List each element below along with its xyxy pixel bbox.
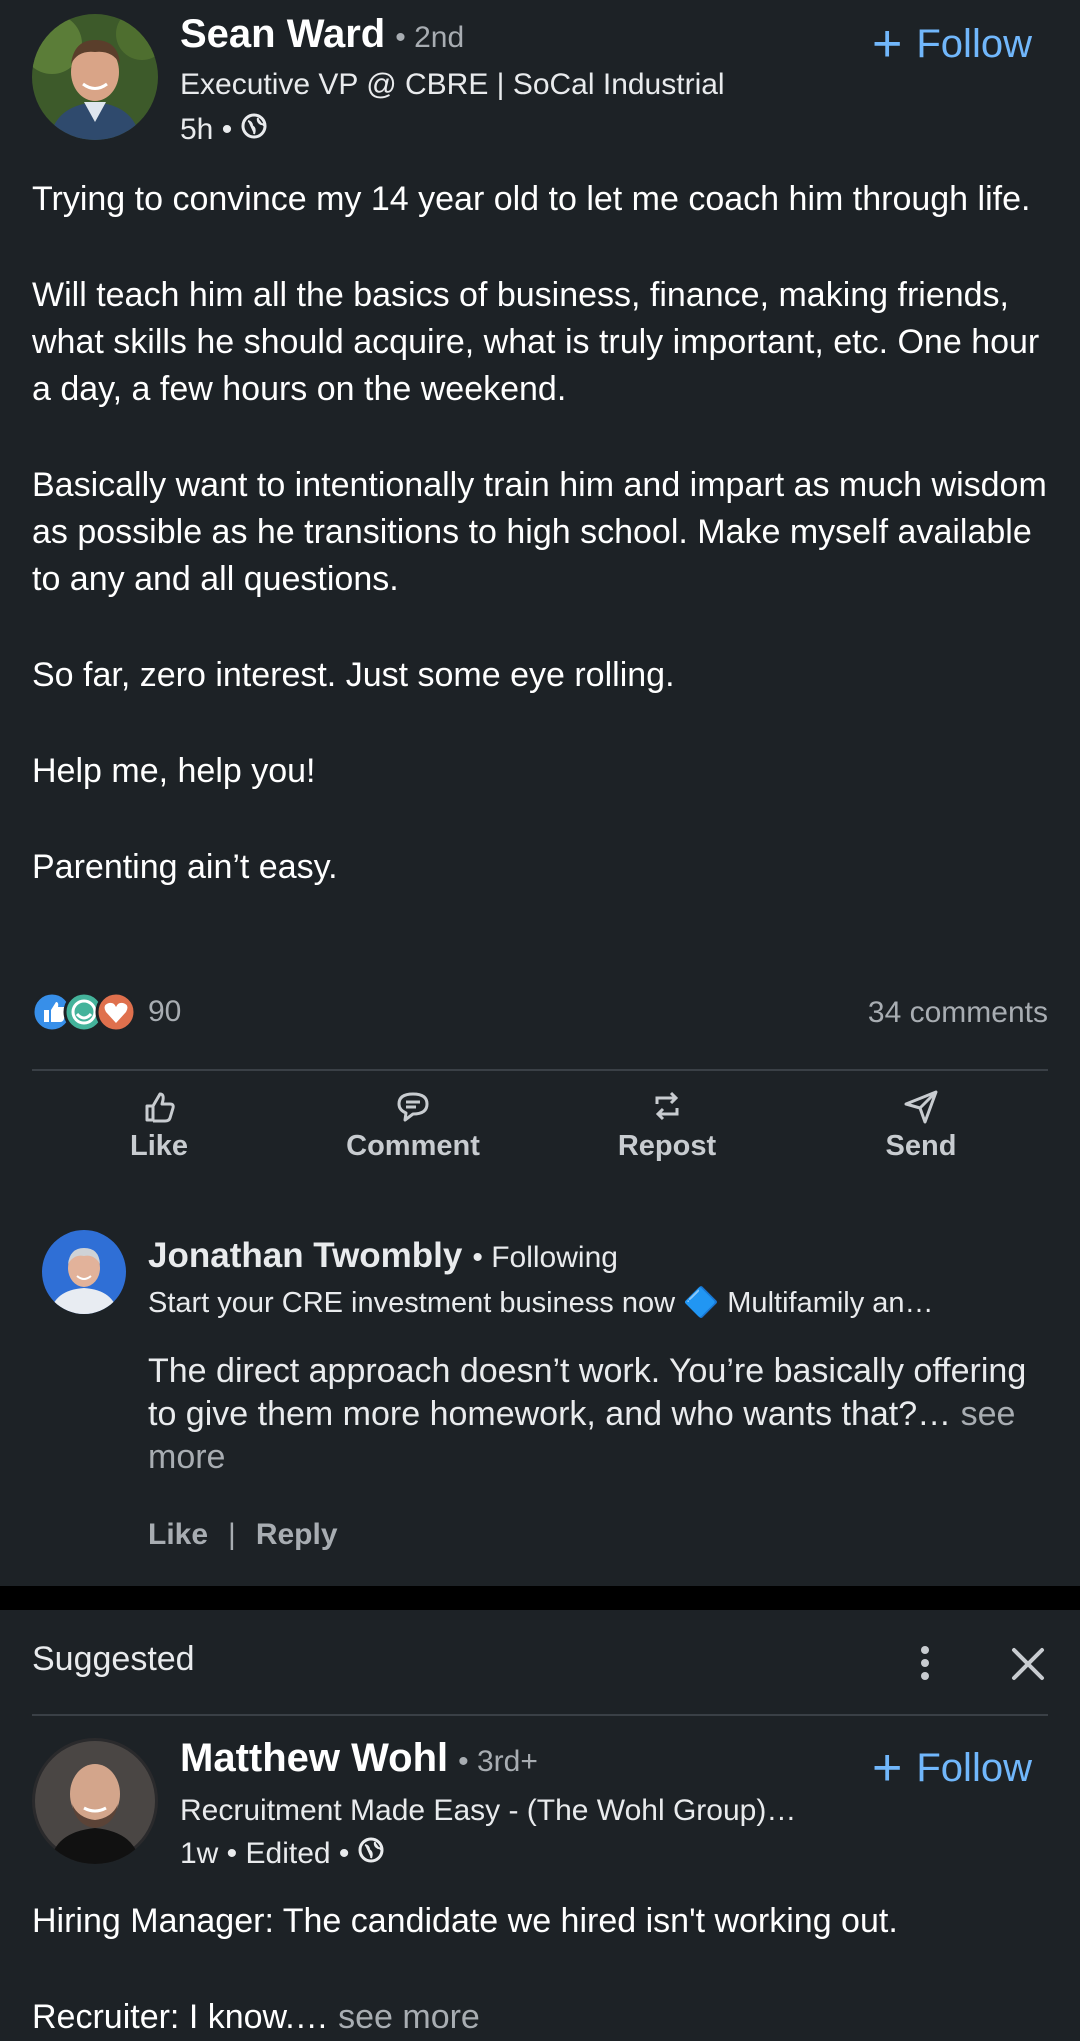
follow-button[interactable]: + Follow xyxy=(872,1742,1032,1794)
post-line: Recruiter: I know.… xyxy=(32,1998,329,2036)
repost-label: Repost xyxy=(617,1130,717,1162)
post-meta: 1w • Edited • xyxy=(180,1836,385,1872)
commenter-relation: • Following xyxy=(472,1241,618,1274)
post-paragraph: Basically want to intentionally train hi… xyxy=(32,466,1047,598)
comments-count[interactable]: 34 comments xyxy=(868,996,1048,1030)
send-button[interactable]: Send xyxy=(821,1086,1021,1163)
author-headline: Executive VP @ CBRE | SoCal Industrial xyxy=(180,68,725,101)
follow-button[interactable]: + Follow xyxy=(872,18,1032,70)
comment-reply-button[interactable]: Reply xyxy=(256,1518,338,1552)
commenter-name[interactable]: Jonathan Twombly xyxy=(148,1236,462,1276)
like-button[interactable]: Like xyxy=(59,1086,259,1163)
comment-label: Comment xyxy=(346,1130,480,1162)
reactions-count: 90 xyxy=(148,995,182,1028)
globe-icon xyxy=(357,1836,385,1872)
commenter-avatar[interactable] xyxy=(42,1230,126,1314)
comment-body[interactable]: The direct approach doesn’t work. You’re… xyxy=(148,1350,1048,1479)
post-paragraph: Will teach him all the basics of busines… xyxy=(32,276,1040,408)
post-time: 1w • Edited • xyxy=(180,1837,350,1870)
post-body[interactable]: Trying to convince my 14 year old to let… xyxy=(32,176,1052,940)
reactions-summary[interactable]: 90 xyxy=(32,990,181,1034)
repost-button[interactable]: Repost xyxy=(567,1086,767,1163)
close-icon[interactable] xyxy=(1008,1644,1048,1684)
like-label: Like xyxy=(129,1130,189,1162)
post-paragraph: So far, zero interest. Just some eye rol… xyxy=(32,656,675,694)
author-headline: Recruitment Made Easy - (The Wohl Group)… xyxy=(180,1794,797,1827)
like-icon xyxy=(145,1092,175,1123)
connection-degree: • 2nd xyxy=(395,21,465,54)
author-avatar[interactable] xyxy=(32,14,158,140)
connection-degree: • 3rd+ xyxy=(458,1745,538,1778)
author-name[interactable]: Sean Ward xyxy=(180,12,385,57)
comment-like-button[interactable]: Like xyxy=(148,1518,208,1552)
author-name[interactable]: Matthew Wohl xyxy=(180,1736,448,1781)
plus-icon: + xyxy=(872,15,903,73)
post-meta: 5h • xyxy=(180,112,268,148)
divider xyxy=(32,1714,1048,1716)
post-paragraph: Parenting ain’t easy. xyxy=(32,848,338,886)
follow-label: Follow xyxy=(916,21,1032,66)
comment-icon xyxy=(397,1092,429,1122)
plus-icon: + xyxy=(872,1739,903,1797)
post-paragraph: Trying to convince my 14 year old to let… xyxy=(32,180,1031,218)
separator: | xyxy=(228,1518,236,1551)
divider xyxy=(32,1069,1048,1071)
globe-icon xyxy=(240,112,268,148)
suggested-label: Suggested xyxy=(32,1640,195,1678)
reaction-icons xyxy=(32,991,137,1033)
see-more-link[interactable]: see more xyxy=(338,1998,480,2036)
more-vertical-icon[interactable] xyxy=(908,1644,942,1684)
feed-separator xyxy=(0,1586,1080,1610)
post-paragraph: Hiring Manager: The candidate we hired i… xyxy=(32,1902,898,1940)
action-bar: Like Comment Repost Send xyxy=(32,1086,1048,1163)
post-time: 5h • xyxy=(180,113,233,146)
send-icon xyxy=(904,1090,938,1124)
post-paragraph: Help me, help you! xyxy=(32,752,316,790)
comment-button[interactable]: Comment xyxy=(313,1086,513,1163)
send-label: Send xyxy=(885,1130,957,1162)
follow-label: Follow xyxy=(916,1745,1032,1790)
comment-text: The direct approach doesn’t work. You’re… xyxy=(148,1352,1027,1433)
commenter-headline: Start your CRE investment business now 🔷… xyxy=(148,1287,934,1319)
post-body[interactable]: Hiring Manager: The candidate we hired i… xyxy=(32,1898,1052,2041)
repost-icon xyxy=(655,1091,679,1121)
author-avatar[interactable] xyxy=(32,1738,158,1864)
